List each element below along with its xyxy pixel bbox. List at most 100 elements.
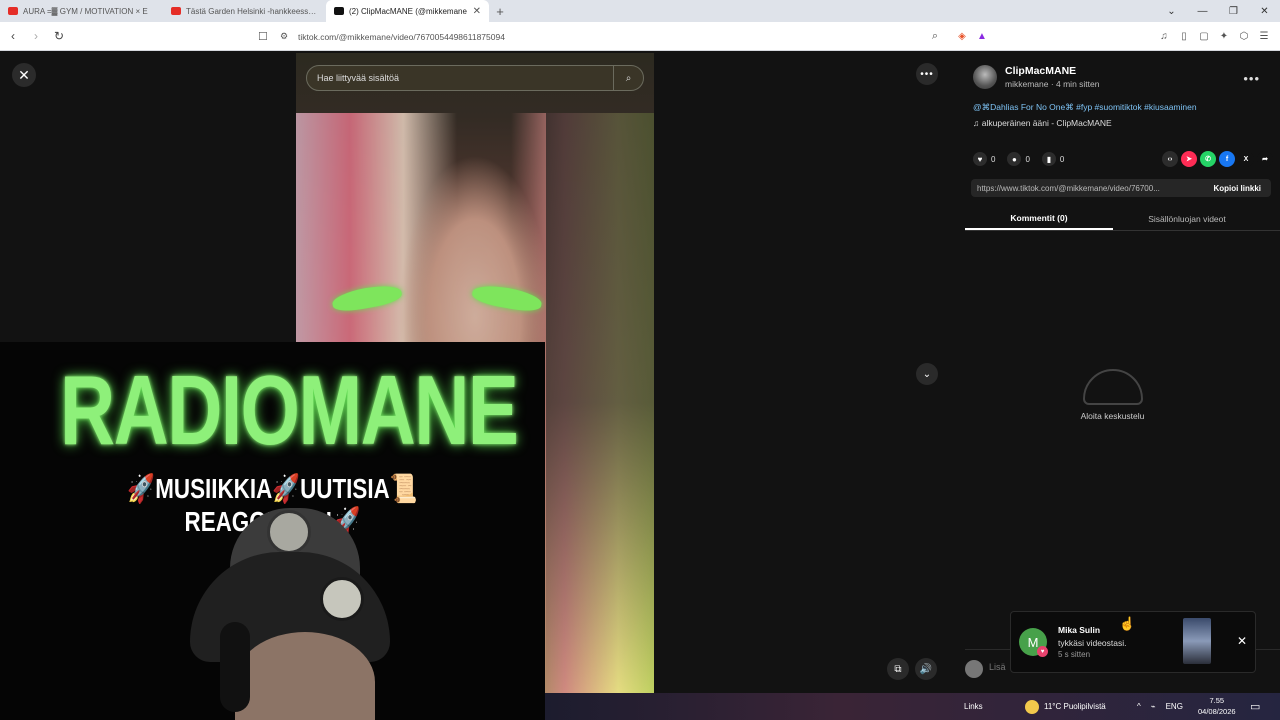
tab-creator-videos[interactable]: Sisällönluojan videot [1113,207,1261,230]
extension-icons: ◈ ▲ [952,26,992,47]
browser-tab[interactable]: AURA =▓ GYM / MOTIVATION × E [0,0,163,22]
send-friends-icon[interactable]: ➤ [1181,151,1197,167]
copy-link-row: https://www.tiktok.com/@mikkemane/video/… [971,179,1271,197]
zoom-icon[interactable]: ⌕ [932,30,948,43]
clock-time: 7.55 [1209,696,1225,705]
share-icon[interactable]: ➦ [1257,151,1273,167]
comment-input[interactable]: Lisä [989,662,1006,672]
notification-action: tykkäsi videostasi. [1058,638,1127,648]
bookmark-icon[interactable]: ☐ [258,30,280,43]
clock-date: 04/08/2026 [1198,707,1236,716]
avatar[interactable] [973,65,997,89]
close-window-button[interactable]: ✕ [1249,0,1280,22]
weather-widget[interactable]: 11°C Puolipilvistä [1025,699,1106,714]
notification-time: 5 s sitten [1058,650,1091,659]
heart-badge-icon: ♥ [1037,646,1048,657]
more-options-button[interactable]: ••• [916,63,938,85]
tab-title: Tästä Garden Helsinki -hankkeessa on [186,6,318,16]
sound-text: alkuperäinen ääni - ClipMacMANE [981,118,1112,128]
vpn-icon[interactable]: ⬡ [1234,31,1254,42]
weather-text: 11°C Puolipilvistä [1044,702,1106,711]
avatar [965,660,983,678]
save-stat[interactable]: ▮ 0 [1041,152,1064,166]
like-count: 0 [991,154,996,164]
language-indicator[interactable]: ENG [1166,702,1183,711]
cap-logo-icon [267,510,311,554]
ai-icon[interactable]: ✦ [1214,31,1234,42]
webcam-feed [175,502,415,720]
author-info[interactable]: ClipMacMANE mikkemane · 4 min sitten [973,65,1099,89]
next-video-button[interactable]: ⌄ [916,363,938,385]
browser-tab-active[interactable]: (2) ClipMacMANE (@mikkemane ✕ [326,0,489,22]
notification-center-icon[interactable]: ▭ [1250,700,1260,713]
author-name[interactable]: ClipMacMANE [1005,65,1099,77]
x-icon[interactable]: X [1238,151,1254,167]
site-settings-icon[interactable]: ⚙ [280,31,298,42]
whatsapp-icon[interactable]: ✆ [1200,151,1216,167]
cap-logo-icon [320,577,364,621]
embed-icon[interactable]: ‹› [1162,151,1178,167]
headphones-icon [220,622,250,712]
youtube-favicon-icon [171,7,181,15]
youtube-favicon-icon [8,7,18,15]
video-description[interactable]: @⌘Dahlias For No One⌘ #fyp #suomitiktok … [973,102,1197,113]
search-icon[interactable]: ⌕ [613,65,643,91]
facebook-icon[interactable]: f [1219,151,1235,167]
empty-comments-state: Aloita keskustelu [1045,369,1180,421]
taskbar-clock[interactable]: 7.55 04/08/2026 [1198,695,1236,717]
comment-stat[interactable]: ● 0 [1007,152,1030,166]
floating-player-button[interactable]: ⧉ [887,658,909,680]
screenshot-icon[interactable]: ▢ [1194,31,1214,42]
brave-shield-icon[interactable]: ◈ [952,31,972,42]
video-background [546,113,654,693]
empty-comments-text: Aloita keskustelu [1080,411,1145,421]
tab-title: (2) ClipMacMANE (@mikkemane [349,6,467,16]
browser-tab[interactable]: Tästä Garden Helsinki -hankkeessa on [163,0,326,22]
engagement-row: ♥ 0 ● 0 ▮ 0 ‹› ➤ ✆ f X ➦ [973,151,1273,167]
windows-taskbar: Links 11°C Puolipilvistä ^ ⌁ ENG 7.55 04… [545,693,1280,720]
author-more-icon[interactable]: ••• [1243,71,1260,86]
back-button[interactable]: ‹ [3,26,23,46]
sidebar-icon[interactable]: ▯ [1174,31,1194,42]
window-controls: ⌄ — ❐ ✕ [1156,0,1280,22]
like-stat[interactable]: ♥ 0 [973,152,995,166]
tab-title: AURA =▓ GYM / MOTIVATION × E [23,6,148,16]
tab-comments[interactable]: Kommentit (0) [965,207,1113,230]
links-toolbar[interactable]: Links [964,702,983,711]
weather-icon [1025,699,1039,714]
url-field[interactable]: ☐ ⚙ tiktok.com/@mikkemane/video/76700544… [258,26,948,47]
minimize-button[interactable]: — [1187,0,1218,22]
network-icon[interactable]: ⌁ [1151,702,1156,711]
close-video-button[interactable]: ✕ [12,63,36,87]
system-tray: ^ ⌁ ENG [1137,702,1183,711]
conversation-illustration-icon [1082,369,1143,405]
video-thumbnail[interactable] [1183,618,1211,664]
media-icon[interactable]: ♫ [1154,31,1174,42]
menu-icon[interactable]: ☰ [1254,31,1274,42]
address-bar: ‹ › ↻ ☐ ⚙ tiktok.com/@mikkemane/video/76… [0,22,1280,51]
video-link-text[interactable]: https://www.tiktok.com/@mikkemane/video/… [971,184,1203,193]
sound-label[interactable]: ♫ alkuperäinen ääni - ClipMacMANE [973,118,1112,128]
copy-link-button[interactable]: Kopioi linkki [1203,184,1271,193]
browser-tab-bar: AURA =▓ GYM / MOTIVATION × E Tästä Garde… [0,0,1280,22]
overlay-brand-title: RADIOMANE [59,355,519,465]
notification-user: Mika Sulin [1058,625,1101,635]
close-notification-icon[interactable]: ✕ [1237,634,1247,648]
forward-button[interactable]: › [26,26,46,46]
close-tab-icon[interactable]: ✕ [473,6,481,17]
tray-expand-icon[interactable]: ^ [1137,702,1141,711]
related-search-bar[interactable]: Hae liittyvää sisältöä ⌕ [306,65,644,91]
url-text: tiktok.com/@mikkemane/video/767005449861… [298,31,505,42]
comment-icon[interactable]: ● [1007,152,1022,166]
tiktok-favicon-icon [334,7,344,15]
brave-rewards-icon[interactable]: ▲ [972,31,992,42]
new-tab-button[interactable]: + [489,0,511,22]
bookmark-icon[interactable]: ▮ [1041,152,1056,166]
stream-overlay: RADIOMANE 🚀MUSIIKKIA🚀UUTISIA📜REAGOINTIA!… [0,342,545,720]
restore-button[interactable]: ❐ [1218,0,1249,22]
reload-button[interactable]: ↻ [49,26,69,46]
volume-button[interactable]: 🔊 [915,658,937,680]
panel-tabs: Kommentit (0) Sisällönluojan videot [965,207,1280,231]
tab-list-icon[interactable]: ⌄ [1156,0,1187,22]
heart-icon[interactable]: ♥ [973,152,987,166]
